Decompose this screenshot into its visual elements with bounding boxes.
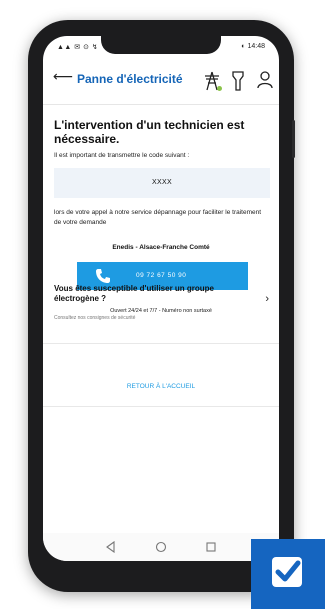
- operator-name: Enedis - Alsace-Franche Comté: [112, 244, 210, 251]
- description-text: lors de votre appel à notre service dépa…: [54, 209, 262, 226]
- status-dot: [217, 86, 222, 91]
- generator-title: Vous êtes susceptible d'utiliser un grou…: [54, 284, 215, 303]
- intro-text: Il est important de transmettre le code …: [54, 152, 190, 159]
- code-box: XXXX: [54, 168, 270, 198]
- heading: L'intervention d'un technicien est néces…: [54, 118, 245, 146]
- generator-subtitle: Consultez nos consignes de sécurité: [54, 315, 136, 321]
- clock: 14:48: [247, 43, 265, 50]
- intervention-code: XXXX: [152, 179, 172, 186]
- status-time: ◐ 14:48: [241, 43, 265, 50]
- battery-icon: ◐: [241, 43, 246, 50]
- divider: [43, 406, 279, 407]
- app-bar: ⟵ Panne d'électricité: [43, 60, 279, 105]
- recents-square-icon[interactable]: [205, 540, 217, 558]
- flashlight-icon[interactable]: [231, 70, 245, 97]
- back-triangle-icon[interactable]: [105, 540, 117, 558]
- phone-screen: ▲▲ ✉ ⊙ ↯ ◐ 14:48 ⟵ Panne d'électricité L…: [43, 36, 279, 561]
- user-icon[interactable]: [257, 70, 273, 95]
- status-icons: ▲▲ ✉ ⊙ ↯: [57, 44, 99, 51]
- android-nav-bar: [43, 533, 279, 561]
- return-home-link[interactable]: RETOUR À L'ACCUEIL: [43, 383, 279, 390]
- back-arrow-icon[interactable]: ⟵: [53, 68, 73, 85]
- divider: [43, 343, 279, 344]
- page-title: Panne d'électricité: [77, 72, 183, 86]
- pylon-icon[interactable]: [201, 70, 223, 97]
- chevron-right-icon: ›: [265, 293, 269, 305]
- opening-hours: Ouvert 24/24 et 7/7 - Numéro non surtaxé: [110, 308, 212, 314]
- phone-number: 09 72 67 50 90: [136, 272, 187, 279]
- checkbox-icon: [272, 557, 302, 587]
- camera-notch: [101, 36, 221, 54]
- home-circle-icon[interactable]: [155, 540, 167, 558]
- phone-side-button: [292, 120, 295, 158]
- checkmark-badge: [251, 539, 325, 609]
